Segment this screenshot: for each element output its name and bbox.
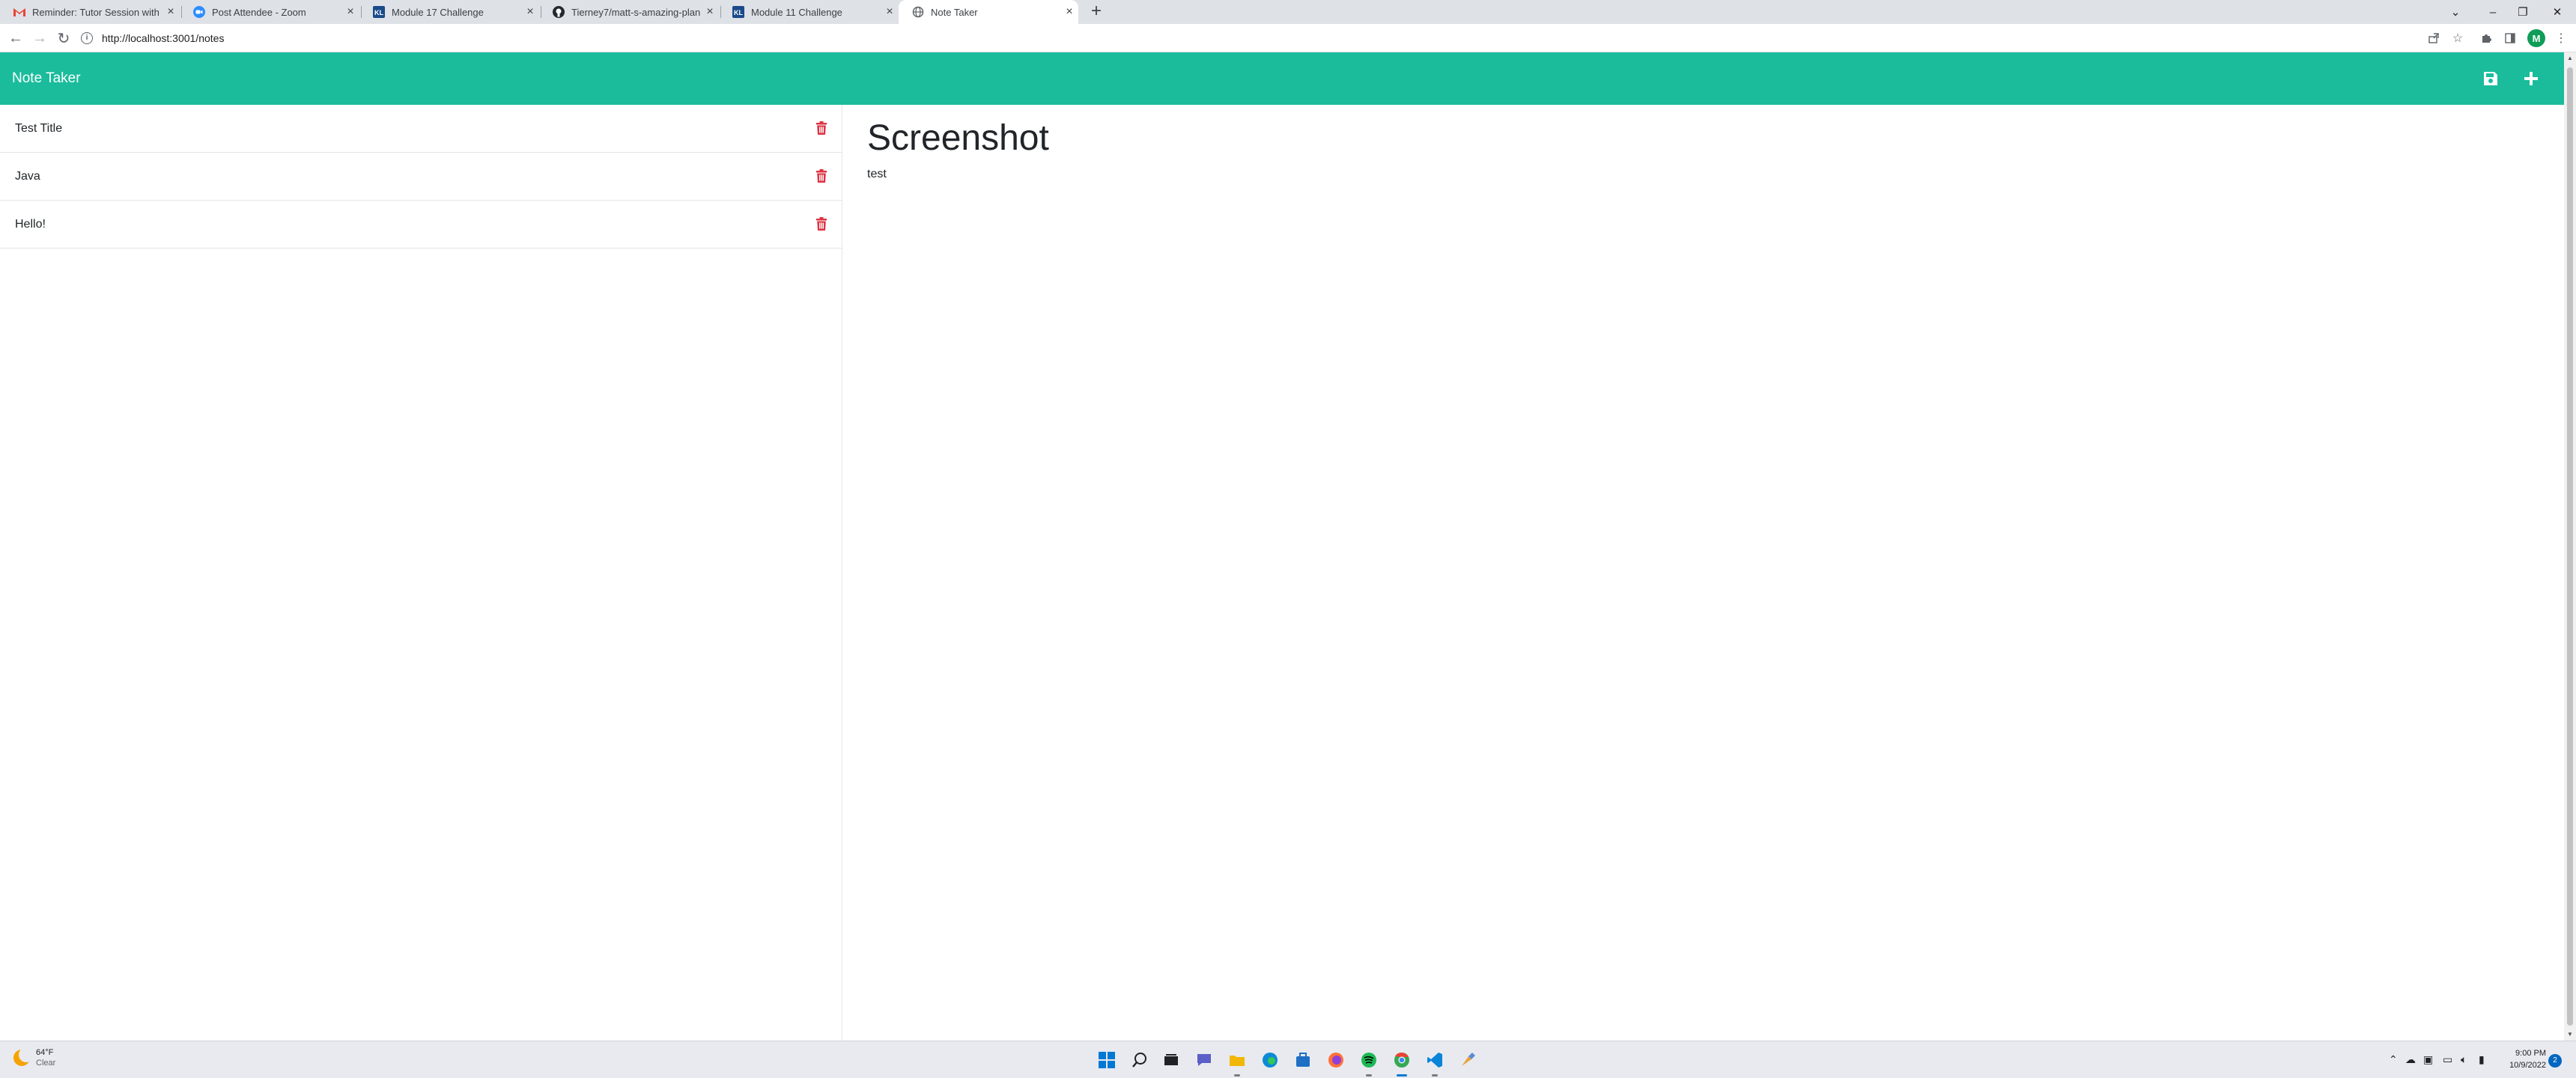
bookmark-star-icon[interactable]: ☆ <box>2450 31 2465 46</box>
display-icon[interactable]: ▭ <box>2443 1053 2452 1066</box>
clock-date: 10/9/2022 <box>2509 1061 2546 1070</box>
site-info-icon[interactable]: i <box>81 32 93 44</box>
tray-app-icon[interactable]: ▣ <box>2423 1053 2433 1066</box>
notes-list: Test Title Java Hello! <box>0 105 842 1041</box>
vscode-icon[interactable] <box>1424 1050 1445 1077</box>
tab-close-icon[interactable]: × <box>521 5 539 19</box>
weather-temp: 64°F <box>36 1048 54 1057</box>
note-list-item[interactable]: Test Title <box>0 105 842 153</box>
extensions-icon[interactable] <box>2479 31 2494 46</box>
note-taker-app: Note Taker Test Title Java Hello! Screen… <box>0 52 2564 1041</box>
url-text: http://localhost:3001/notes <box>102 32 225 44</box>
github-icon <box>553 6 565 18</box>
svg-text:KL: KL <box>734 9 743 16</box>
back-arrow-icon[interactable]: ← <box>4 27 27 49</box>
tab-title: Module 17 Challenge <box>392 6 484 18</box>
tab-close-icon[interactable]: × <box>701 5 719 19</box>
note-list-item[interactable]: Hello! <box>0 201 842 249</box>
app-navbar: Note Taker <box>0 52 2564 105</box>
browser-tab-strip: Reminder: Tutor Session with Al × Post A… <box>0 0 2576 24</box>
restore-button[interactable]: ❐ <box>2504 0 2542 24</box>
app-brand[interactable]: Note Taker <box>12 52 81 105</box>
note-editor: Screenshot test <box>843 105 2564 1041</box>
note-list-title: Hello! <box>15 217 46 231</box>
share-icon[interactable] <box>2426 31 2441 46</box>
spotify-icon[interactable] <box>1358 1050 1379 1077</box>
tab-title: Module 11 Challenge <box>751 6 842 18</box>
forward-arrow-icon[interactable]: → <box>28 27 51 49</box>
tab-title: Reminder: Tutor Session with Al <box>32 6 162 18</box>
globe-icon <box>912 6 924 18</box>
clock-time: 9:00 PM <box>2515 1049 2546 1058</box>
tab-title: Tierney7/matt-s-amazing-planner <box>571 6 701 18</box>
note-list-title: Test Title <box>15 121 63 135</box>
tab-github[interactable]: Tierney7/matt-s-amazing-planner × <box>539 0 719 24</box>
profile-avatar[interactable]: M <box>2527 29 2545 47</box>
menu-kebab-icon[interactable]: ⋮ <box>2554 31 2569 46</box>
tab-module-11[interactable]: KL Module 11 Challenge × <box>719 0 899 24</box>
tab-module-17[interactable]: KL Module 17 Challenge × <box>359 0 539 24</box>
notification-badge[interactable]: 2 <box>2548 1054 2562 1068</box>
svg-text:KL: KL <box>374 9 383 16</box>
canvas-icon: KL <box>732 6 744 18</box>
onedrive-cloud-icon[interactable]: ☁ <box>2405 1053 2416 1066</box>
gmail-icon <box>13 6 25 18</box>
tab-title: Post Attendee - Zoom <box>212 6 306 18</box>
note-list-title: Java <box>15 169 40 183</box>
tab-close-icon[interactable]: × <box>1060 5 1078 19</box>
search-icon[interactable] <box>1129 1050 1150 1071</box>
volume-icon[interactable]: 🔈︎ <box>2461 1053 2467 1066</box>
tab-close-icon[interactable]: × <box>341 5 359 19</box>
weather-desc: Clear <box>36 1059 56 1068</box>
file-explorer-icon[interactable] <box>1227 1050 1248 1077</box>
firefox-icon[interactable] <box>1325 1050 1346 1071</box>
scrollbar-thumb[interactable] <box>2567 67 2573 1026</box>
tab-note-taker[interactable]: Note Taker × <box>899 0 1078 24</box>
side-panel-icon[interactable] <box>2503 31 2518 46</box>
running-indicator <box>1432 1074 1438 1077</box>
scroll-down-arrow-icon[interactable]: ▼ <box>2564 1029 2576 1041</box>
trash-icon[interactable] <box>815 217 827 231</box>
trash-icon[interactable] <box>815 169 827 183</box>
active-indicator <box>1397 1074 1407 1077</box>
page-scrollbar[interactable]: ▲ ▼ <box>2564 52 2576 1041</box>
zoom-icon <box>193 6 205 18</box>
windows-taskbar: 64°F Clear ⌃ ☁ ▣ ▭ 🔈︎ ▮ 9:00 PM 10/9/202… <box>0 1041 2576 1078</box>
save-note-icon[interactable] <box>2482 70 2500 88</box>
browser-toolbar: ← → ↻ i http://localhost:3001/notes ☆ M … <box>0 24 2576 52</box>
tab-zoom[interactable]: Post Attendee - Zoom × <box>180 0 359 24</box>
reload-icon[interactable]: ↻ <box>52 27 75 49</box>
tab-title: Note Taker <box>931 6 978 18</box>
store-icon[interactable] <box>1292 1050 1313 1071</box>
new-note-icon[interactable] <box>2522 70 2540 88</box>
tab-gmail[interactable]: Reminder: Tutor Session with Al × <box>0 0 180 24</box>
running-indicator <box>1366 1074 1372 1077</box>
address-bar[interactable]: i http://localhost:3001/notes <box>81 27 2432 49</box>
battery-icon[interactable]: ▮ <box>2479 1053 2485 1066</box>
chat-icon[interactable] <box>1194 1050 1215 1071</box>
note-list-item[interactable]: Java <box>0 153 842 201</box>
paint-icon[interactable] <box>1457 1050 1478 1071</box>
weather-widget[interactable]: 64°F Clear <box>13 1047 55 1068</box>
tab-close-icon[interactable]: × <box>162 5 180 19</box>
running-indicator <box>1234 1074 1240 1077</box>
start-windows-icon[interactable] <box>1096 1050 1117 1071</box>
tab-search-chevron-icon[interactable]: ⌄ <box>2437 0 2474 24</box>
tab-close-icon[interactable]: × <box>881 5 899 19</box>
trash-icon[interactable] <box>815 121 827 135</box>
new-tab-button[interactable]: + <box>1087 2 1105 21</box>
note-text-area[interactable]: test <box>867 168 2540 181</box>
note-title-input[interactable]: Screenshot <box>867 117 2540 160</box>
system-clock[interactable]: 9:00 PM 10/9/2022 <box>2494 1047 2546 1071</box>
canvas-icon: KL <box>373 6 385 18</box>
moon-icon <box>13 1047 34 1066</box>
edge-icon[interactable] <box>1260 1050 1281 1071</box>
tray-chevron-up-icon[interactable]: ⌃ <box>2389 1053 2398 1066</box>
chrome-icon[interactable] <box>1391 1050 1412 1077</box>
close-window-button[interactable]: ✕ <box>2539 0 2576 24</box>
task-view-icon[interactable] <box>1161 1050 1182 1071</box>
scroll-up-arrow-icon[interactable]: ▲ <box>2564 52 2576 64</box>
